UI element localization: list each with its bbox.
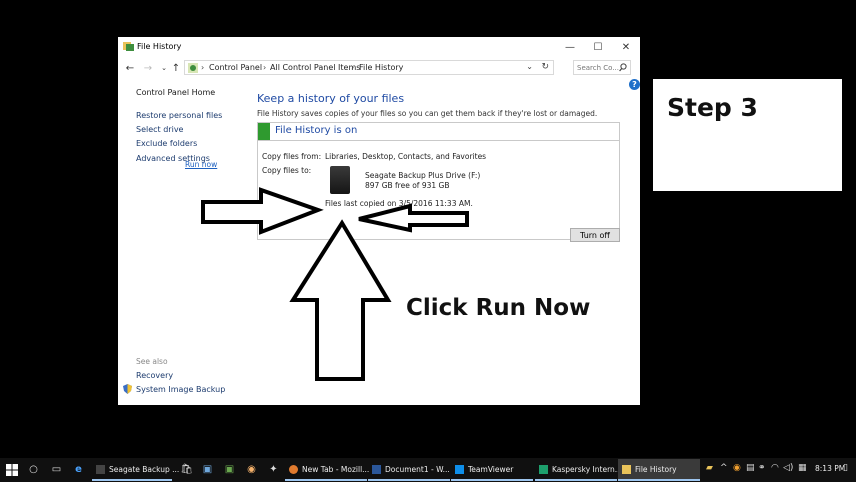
taskbar-task-label: Kaspersky Intern... [552, 464, 622, 474]
show-hidden-icons-chevron-icon[interactable]: ^ [720, 463, 728, 473]
taskbar-task-kaspersky[interactable]: Kaspersky Intern... [535, 459, 622, 481]
task-view-icon[interactable]: ▭ [50, 463, 63, 476]
app-pin-icon[interactable]: ✦ [267, 463, 280, 476]
keyboard-icon[interactable]: ▦ [798, 463, 807, 473]
up-pointing-arrow-icon [289, 219, 392, 381]
taskbar-task-label: File History [635, 464, 677, 474]
wifi-icon[interactable]: ◠ [771, 463, 779, 473]
taskbar-task-label: New Tab - Mozill... [302, 464, 370, 474]
taskbar-task-seagate[interactable]: Seagate Backup ... [92, 459, 179, 481]
tray-folder-icon[interactable]: ▰ [706, 463, 713, 473]
right-pointing-arrow-icon [201, 187, 324, 235]
tray-chrome-icon[interactable]: ◉ [733, 463, 741, 473]
taskbar-task-word[interactable]: Document1 - W... [368, 459, 450, 481]
chrome-icon[interactable]: ◉ [245, 463, 258, 476]
file-history-icon [622, 464, 631, 474]
photos-icon[interactable]: ▣ [223, 463, 236, 476]
taskbar-task-label: TeamViewer [468, 464, 514, 474]
store-icon[interactable]: 🛍 [180, 463, 193, 476]
edge-browser-icon[interactable]: e [72, 463, 85, 476]
volume-icon[interactable]: ◁) [783, 463, 793, 473]
taskbar-clock[interactable]: 8:13 PM [815, 464, 845, 473]
drive-icon [96, 464, 105, 474]
annotation-arrows [201, 187, 469, 381]
tray-network-icon[interactable]: ⚭ [758, 463, 766, 473]
word-icon [372, 464, 381, 474]
windows-start-icon[interactable] [6, 464, 18, 476]
taskbar-task-label: Document1 - W... [385, 464, 450, 474]
left-pointing-arrow-icon [358, 203, 469, 233]
taskbar-task-firefox[interactable]: New Tab - Mozill... [285, 459, 370, 481]
outlook-icon[interactable]: ▣ [201, 463, 214, 476]
taskbar-task-label: Seagate Backup ... [109, 464, 180, 474]
cortana-search-icon[interactable]: ○ [27, 463, 40, 476]
action-center-icon[interactable]: ▯ [843, 463, 848, 473]
taskbar-task-file-history[interactable]: File History [618, 459, 700, 481]
kaspersky-icon [539, 464, 548, 474]
teamviewer-icon [455, 464, 464, 474]
windows-taskbar: ○ ▭ e Seagate Backup ... 🛍 ▣ ▣ ◉ ✦ New T… [0, 458, 856, 482]
firefox-icon [289, 464, 298, 474]
taskbar-task-teamviewer[interactable]: TeamViewer [451, 459, 533, 481]
tray-app-icon[interactable]: ▤ [746, 463, 755, 473]
